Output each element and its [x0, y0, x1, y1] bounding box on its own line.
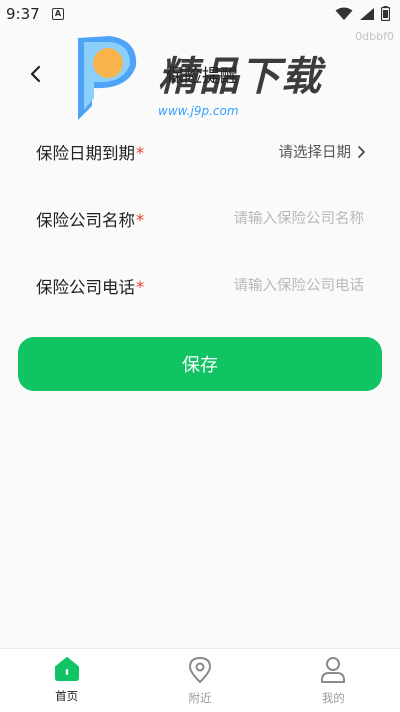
required-mark: *: [136, 210, 145, 230]
watermark-logo-icon: [78, 36, 137, 120]
wifi-icon: [335, 7, 353, 20]
company-name-input[interactable]: [204, 210, 364, 227]
back-button[interactable]: [22, 60, 50, 88]
tab-home-label: 首页: [55, 689, 79, 703]
required-mark: *: [136, 277, 145, 297]
status-time: 9:37: [6, 5, 40, 23]
chevron-left-icon: [30, 65, 41, 83]
signal-icon: [360, 7, 374, 20]
tab-nearby[interactable]: 附近: [133, 649, 266, 712]
tab-mine[interactable]: 我的: [267, 649, 400, 712]
bottom-tab-bar: 首页 附近 我的: [0, 648, 400, 712]
person-icon: [321, 657, 346, 683]
expiry-date-label: 保险日期到期*: [36, 143, 145, 163]
company-name-label: 保险公司名称*: [36, 210, 145, 230]
date-picker-text: 请选择日期: [278, 145, 352, 161]
expiry-date-row[interactable]: 保险日期到期* 请选择日期: [0, 118, 400, 185]
status-bar: 9:37 A: [0, 0, 400, 28]
company-name-row: 保险公司名称*: [0, 185, 400, 252]
screen: 9:37 A 0dbbf0 精品下载 www.j9p.com 保险提醒 保险日期…: [0, 0, 400, 712]
status-icons: [335, 6, 390, 21]
tab-nearby-label: 附近: [188, 691, 212, 705]
date-picker[interactable]: 请选择日期: [279, 141, 367, 162]
battery-icon: [381, 6, 390, 21]
page-title: 保险提醒: [166, 66, 238, 87]
save-button[interactable]: 保存: [18, 337, 382, 391]
tab-mine-label: 我的: [321, 691, 345, 705]
watermark-url: www.j9p.com: [158, 104, 239, 118]
company-phone-label: 保险公司电话*: [36, 277, 145, 297]
chevron-right-icon: [358, 145, 365, 158]
header: 精品下载 www.j9p.com 保险提醒: [0, 36, 400, 120]
notification-icon: A: [52, 8, 64, 20]
location-pin-icon: [188, 656, 211, 684]
required-mark: *: [136, 143, 145, 163]
home-icon: [54, 657, 79, 681]
company-phone-input[interactable]: [204, 277, 364, 294]
insurance-form: 保险日期到期* 请选择日期 保险公司名称* 保险公司电话*: [0, 118, 400, 319]
tab-home[interactable]: 首页: [0, 649, 133, 712]
company-phone-row: 保险公司电话*: [0, 252, 400, 319]
